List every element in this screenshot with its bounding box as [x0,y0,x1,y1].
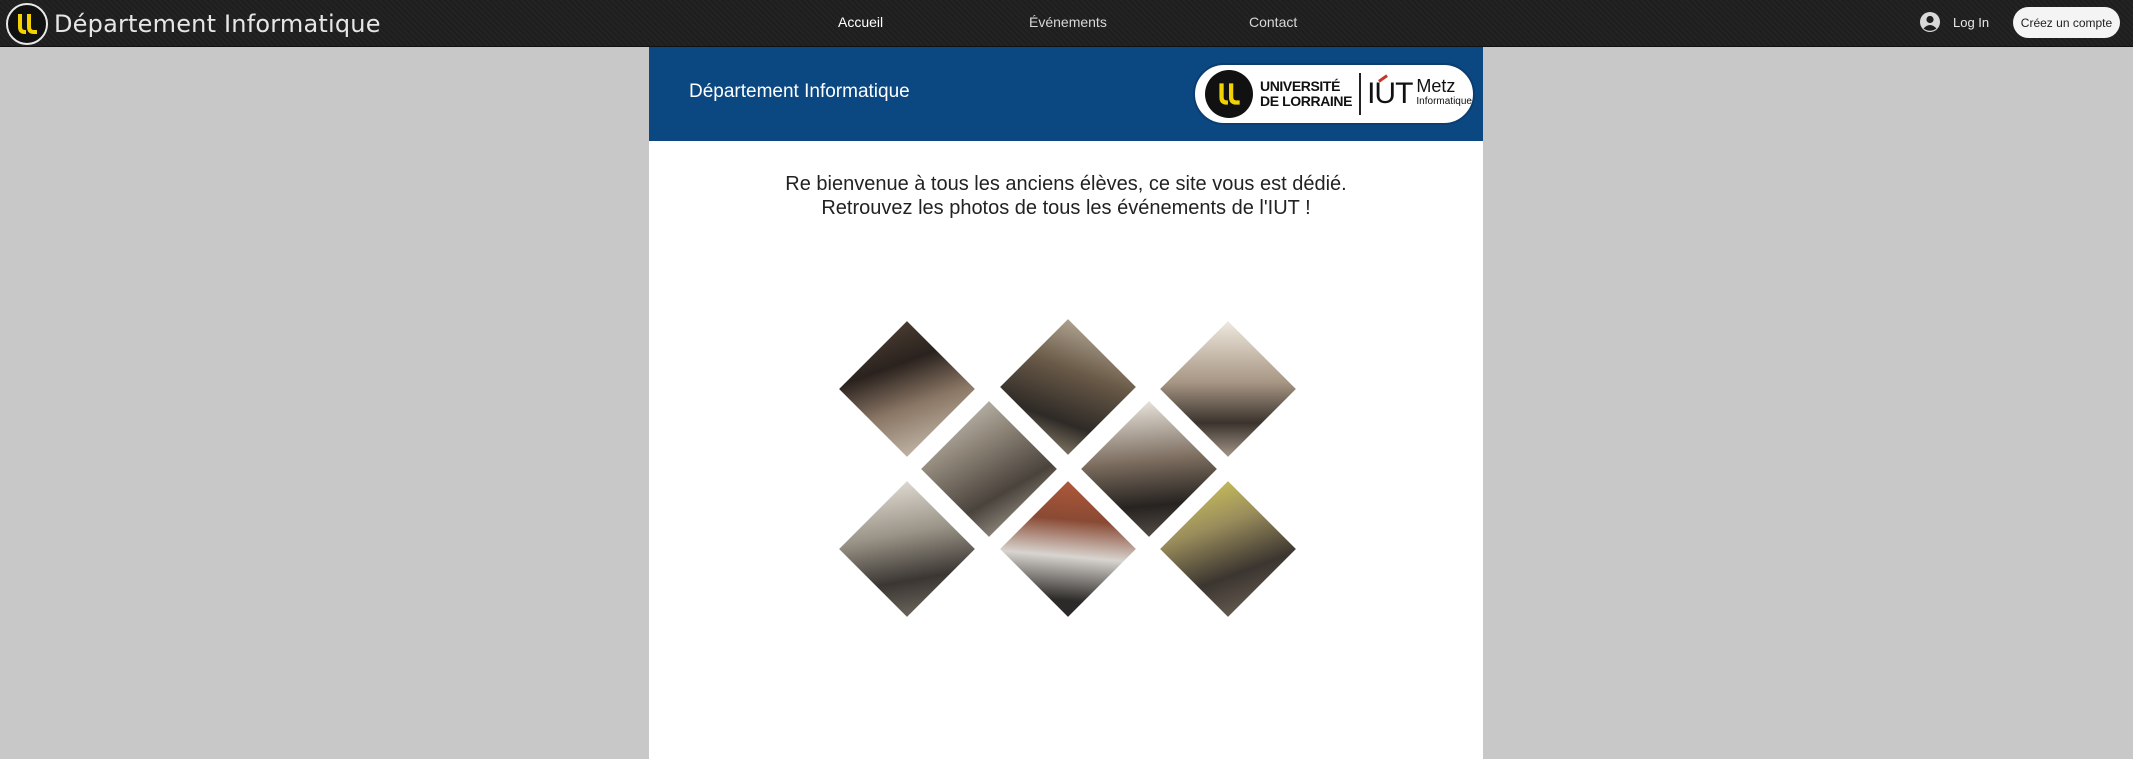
create-account-button[interactable]: Créez un compte [2013,7,2120,38]
photo-gallery [649,47,1483,759]
main-content-panel: Département Informatique UNIVERSITÉ DE L… [649,47,1483,759]
universite-de-lorraine-logo-icon [6,3,48,45]
nav-link-contact[interactable]: Contact [1249,14,1297,30]
user-avatar-icon [1920,12,1940,32]
site-brand[interactable]: Département Informatique [6,3,381,45]
site-title: Département Informatique [54,10,381,38]
top-nav-bar: Département Informatique Accueil Événeme… [0,0,2133,47]
nav-link-evenements[interactable]: Événements [1029,14,1107,30]
login-button[interactable]: Log In [1919,10,1989,34]
nav-link-accueil[interactable]: Accueil [838,14,883,30]
login-label: Log In [1953,14,1990,30]
